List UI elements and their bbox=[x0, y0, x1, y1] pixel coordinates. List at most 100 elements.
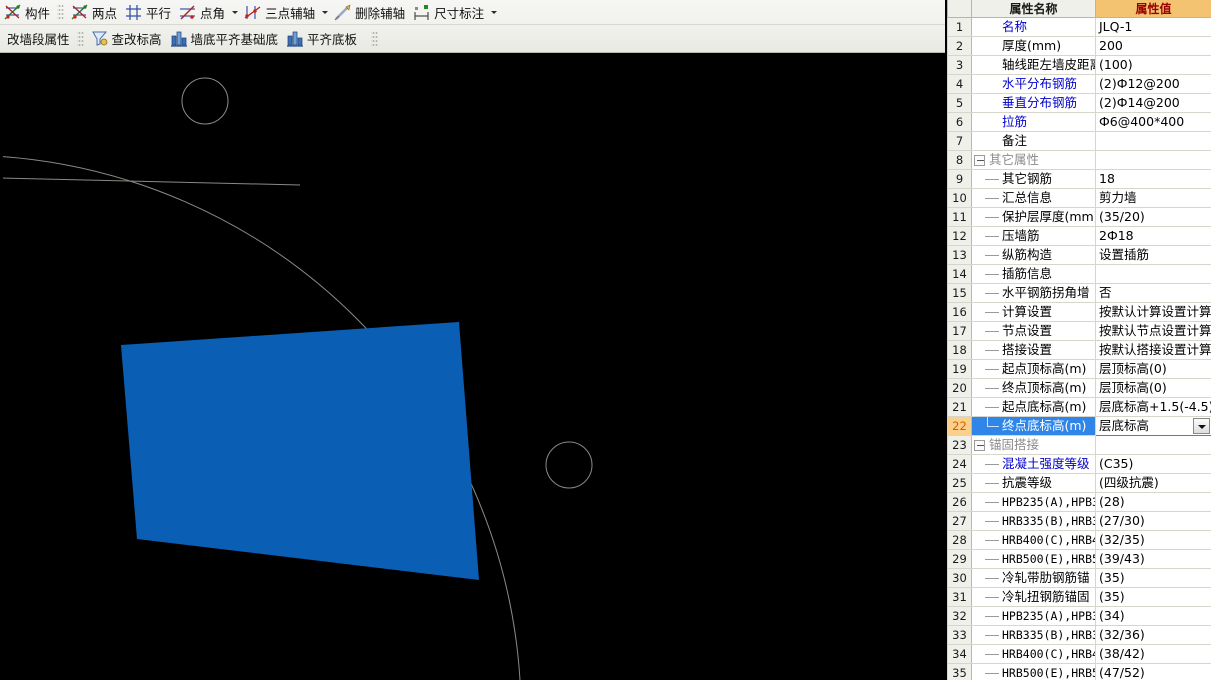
property-row[interactable]: 29 HRB500(E),HRB5 (39/43) bbox=[947, 549, 1211, 569]
property-name-cell[interactable]: 纵筋构造 bbox=[971, 245, 1096, 265]
property-value-cell[interactable]: 200 bbox=[1095, 36, 1211, 56]
point-angle-button[interactable]: 点角 bbox=[175, 1, 229, 23]
property-row[interactable]: 18 搭接设置 按默认搭接设置计算 bbox=[947, 340, 1211, 360]
parallel-button[interactable]: 平行 bbox=[121, 1, 175, 23]
property-value-cell[interactable] bbox=[1095, 150, 1211, 170]
property-row[interactable]: 5 垂直分布钢筋 (2)Ф14@200 bbox=[947, 93, 1211, 113]
property-row[interactable]: 16 计算设置 按默认计算设置计算 bbox=[947, 302, 1211, 322]
property-name-cell[interactable]: 保护层厚度(mm) bbox=[971, 207, 1096, 227]
property-name-cell[interactable]: 计算设置 bbox=[971, 302, 1096, 322]
dimension-dropdown-arrow-icon[interactable] bbox=[488, 3, 499, 21]
property-row[interactable]: 33 HRB335(B),HRB3 (32/36) bbox=[947, 625, 1211, 645]
property-value-cell[interactable]: 设置插筋 bbox=[1095, 245, 1211, 265]
property-row[interactable]: 26 HPB235(A),HPB3 (28) bbox=[947, 492, 1211, 512]
property-row[interactable]: 25 抗震等级 (四级抗震) bbox=[947, 473, 1211, 493]
property-row[interactable]: 7 备注 bbox=[947, 131, 1211, 151]
property-name-cell[interactable]: 起点底标高(m) bbox=[971, 397, 1096, 417]
dimension-button[interactable]: 尺寸标注 bbox=[409, 1, 488, 23]
property-name-cell[interactable]: 冷轧扭钢筋锚固 bbox=[971, 587, 1096, 607]
property-value-cell[interactable]: (27/30) bbox=[1095, 511, 1211, 531]
property-value-cell[interactable]: (28) bbox=[1095, 492, 1211, 512]
property-value-cell[interactable]: 层底标高+1.5(-4.5) bbox=[1095, 397, 1211, 417]
property-row[interactable]: 30 冷轧带肋钢筋锚 (35) bbox=[947, 568, 1211, 588]
property-value-cell[interactable]: (34) bbox=[1095, 606, 1211, 626]
property-name-cell[interactable]: HRB335(B),HRB3 bbox=[971, 625, 1096, 645]
property-row[interactable]: 31 冷轧扭钢筋锚固 (35) bbox=[947, 587, 1211, 607]
property-name-cell[interactable]: 其它钢筋 bbox=[971, 169, 1096, 189]
property-row[interactable]: 3 轴线距左墙皮距离 (100) bbox=[947, 55, 1211, 75]
property-value-cell[interactable]: 剪力墙 bbox=[1095, 188, 1211, 208]
toolbar-grip[interactable] bbox=[76, 29, 84, 48]
property-row[interactable]: 34 HRB400(C),HRB4 (38/42) bbox=[947, 644, 1211, 664]
property-name-cell[interactable]: 水平钢筋拐角增 bbox=[971, 283, 1096, 303]
point-angle-dropdown-arrow-icon[interactable] bbox=[229, 3, 240, 21]
property-name-cell[interactable]: 锚固搭接 bbox=[971, 435, 1096, 455]
property-row[interactable]: 8 其它属性 bbox=[947, 150, 1211, 170]
property-name-cell[interactable]: 厚度(mm) bbox=[971, 36, 1096, 56]
grid-node-top-circle[interactable] bbox=[181, 77, 229, 125]
flush-floor-slab-button[interactable]: 平齐底板 bbox=[282, 28, 361, 50]
property-row[interactable]: 11 保护层厚度(mm) (35/20) bbox=[947, 207, 1211, 227]
property-row[interactable]: 6 拉筋 Ф6@400*400 bbox=[947, 112, 1211, 132]
property-value-cell[interactable]: (35) bbox=[1095, 587, 1211, 607]
property-value-cell[interactable]: 层底标高 bbox=[1095, 416, 1211, 436]
component-button[interactable]: 构件 bbox=[0, 1, 54, 23]
property-name-cell[interactable]: HPB235(A),HPB3 bbox=[971, 606, 1096, 626]
value-dropdown-button[interactable] bbox=[1193, 418, 1210, 434]
property-value-cell[interactable]: 否 bbox=[1095, 283, 1211, 303]
property-row[interactable]: 13 纵筋构造 设置插筋 bbox=[947, 245, 1211, 265]
toolbar-grip[interactable] bbox=[371, 29, 379, 48]
property-row[interactable]: 10 汇总信息 剪力墙 bbox=[947, 188, 1211, 208]
property-name-cell[interactable]: 垂直分布钢筋 bbox=[971, 93, 1096, 113]
property-row[interactable]: 12 压墙筋 2Ф18 bbox=[947, 226, 1211, 246]
property-value-cell[interactable]: (四级抗震) bbox=[1095, 473, 1211, 493]
property-row[interactable]: 24 混凝土强度等级 (C35) bbox=[947, 454, 1211, 474]
property-value-cell[interactable]: JLQ-1 bbox=[1095, 17, 1211, 37]
check-modify-elevation-button[interactable]: 查改标高 bbox=[87, 28, 166, 50]
property-name-cell[interactable]: 水平分布钢筋 bbox=[971, 74, 1096, 94]
property-value-cell[interactable]: 按默认计算设置计算 bbox=[1095, 302, 1211, 322]
property-row[interactable]: 4 水平分布钢筋 (2)Ф12@200 bbox=[947, 74, 1211, 94]
property-name-cell[interactable]: HRB335(B),HRB3 bbox=[971, 511, 1096, 531]
property-name-cell[interactable]: 其它属性 bbox=[971, 150, 1096, 170]
property-row[interactable]: 28 HRB400(C),HRB4 (32/35) bbox=[947, 530, 1211, 550]
property-name-cell[interactable]: 节点设置 bbox=[971, 321, 1096, 341]
property-value-cell[interactable]: 18 bbox=[1095, 169, 1211, 189]
property-row[interactable]: 17 节点设置 按默认节点设置计算 bbox=[947, 321, 1211, 341]
property-row[interactable]: 19 起点顶标高(m) 层顶标高(0) bbox=[947, 359, 1211, 379]
delete-aux-axis-button[interactable]: 删除辅轴 bbox=[330, 1, 409, 23]
shear-wall-polygon[interactable] bbox=[121, 322, 479, 580]
property-value-cell[interactable]: (35) bbox=[1095, 568, 1211, 588]
property-row[interactable]: 14 插筋信息 bbox=[947, 264, 1211, 284]
property-name-cell[interactable]: 名称 bbox=[971, 17, 1096, 37]
property-value-cell[interactable]: (39/43) bbox=[1095, 549, 1211, 569]
property-name-cell[interactable]: 压墙筋 bbox=[971, 226, 1096, 246]
property-value-cell[interactable]: (32/36) bbox=[1095, 625, 1211, 645]
property-row[interactable]: 2 厚度(mm) 200 bbox=[947, 36, 1211, 56]
property-row[interactable]: 35 HRB500(E),HRB5 (47/52) bbox=[947, 663, 1211, 680]
property-name-cell[interactable]: HRB500(E),HRB5 bbox=[971, 663, 1096, 680]
property-row[interactable]: 9 其它钢筋 18 bbox=[947, 169, 1211, 189]
collapse-expander-icon[interactable] bbox=[974, 154, 985, 166]
two-point-button[interactable]: 两点 bbox=[67, 1, 121, 23]
property-name-cell[interactable]: HRB500(E),HRB5 bbox=[971, 549, 1096, 569]
property-value-cell[interactable]: (32/35) bbox=[1095, 530, 1211, 550]
property-value-cell[interactable]: 按默认节点设置计算 bbox=[1095, 321, 1211, 341]
property-name-cell[interactable]: 混凝土强度等级 bbox=[971, 454, 1096, 474]
property-value-cell[interactable]: (47/52) bbox=[1095, 663, 1211, 680]
wall-bottom-flush-foundation-button[interactable]: 墙底平齐基础底 bbox=[166, 28, 283, 50]
property-name-cell[interactable]: 备注 bbox=[971, 131, 1096, 151]
property-value-cell[interactable]: 按默认搭接设置计算 bbox=[1095, 340, 1211, 360]
property-value-cell[interactable]: (100) bbox=[1095, 55, 1211, 75]
grid-node-right-circle[interactable] bbox=[545, 441, 593, 489]
property-name-cell[interactable]: 冷轧带肋钢筋锚 bbox=[971, 568, 1096, 588]
property-name-cell[interactable]: HPB235(A),HPB3 bbox=[971, 492, 1096, 512]
property-name-cell[interactable]: 终点底标高(m) bbox=[971, 416, 1096, 436]
property-value-cell[interactable]: (2)Ф14@200 bbox=[1095, 93, 1211, 113]
property-value-cell[interactable]: 2Ф18 bbox=[1095, 226, 1211, 246]
three-point-aux-axis-button[interactable]: 三点辅轴 bbox=[240, 1, 319, 23]
property-name-cell[interactable]: 拉筋 bbox=[971, 112, 1096, 132]
property-row[interactable]: 21 起点底标高(m) 层底标高+1.5(-4.5) bbox=[947, 397, 1211, 417]
property-value-cell[interactable] bbox=[1095, 131, 1211, 151]
property-value-cell[interactable]: 层顶标高(0) bbox=[1095, 359, 1211, 379]
